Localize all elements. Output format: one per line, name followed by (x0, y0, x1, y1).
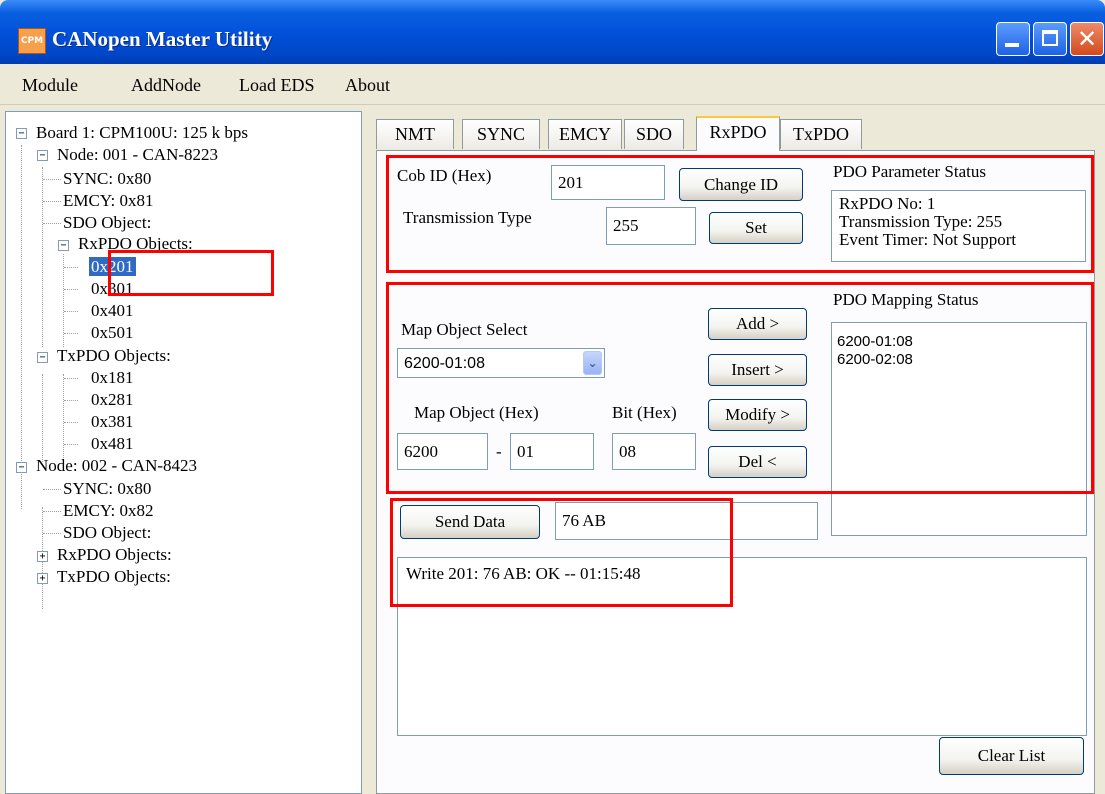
minimize-button[interactable] (996, 22, 1030, 56)
map-object-select[interactable]: 6200-01:08 ⌄ (397, 348, 605, 378)
add-button[interactable]: Add > (708, 308, 807, 340)
node1-rxpdo-collapse-icon[interactable]: − (58, 240, 69, 251)
menu-bar: Module AddNode Load EDS About (0, 64, 1105, 105)
node1-collapse-icon[interactable]: − (37, 150, 48, 161)
menu-addnode[interactable]: AddNode (131, 75, 201, 96)
status-event-timer: Event Timer: Not Support (839, 230, 1017, 249)
index-separator: - (496, 442, 502, 461)
tree-rxpdo-0x501[interactable]: 0x501 (91, 323, 134, 343)
title-bar[interactable]: CPM CANopen Master Utility ✕ (0, 0, 1105, 64)
tab-sync[interactable]: SYNC (462, 119, 540, 149)
change-id-button[interactable]: Change ID (679, 168, 803, 201)
status-transmission-type: Transmission Type: 255 (839, 212, 1003, 231)
set-button[interactable]: Set (709, 212, 803, 244)
tree-rxpdo-0x401[interactable]: 0x401 (91, 301, 134, 321)
status-rxpdo-no: RxPDO No: 1 (839, 194, 936, 213)
menu-about[interactable]: About (345, 75, 390, 96)
tree-txpdo-0x381[interactable]: 0x381 (91, 412, 134, 432)
menu-module[interactable]: Module (22, 75, 78, 96)
transmission-type-label: Transmission Type (403, 208, 532, 227)
main-window: CPM CANopen Master Utility ✕ Module AddN… (0, 0, 1105, 794)
pdo-parameter-status-box: RxPDO No: 1 Transmission Type: 255 Event… (831, 190, 1086, 262)
tree-node2-rxpdo[interactable]: RxPDO Objects: (57, 545, 172, 565)
close-icon: ✕ (1076, 25, 1098, 53)
send-data-button[interactable]: Send Data (400, 505, 540, 539)
tab-rxpdo[interactable]: RxPDO (696, 116, 780, 151)
maximize-button[interactable] (1033, 22, 1067, 56)
tree-node2-txpdo[interactable]: TxPDO Objects: (57, 567, 171, 587)
map-object-select-value: 6200-01:08 (404, 355, 485, 372)
tree-node1-sdo[interactable]: SDO Object: (63, 213, 151, 233)
pdo-parameter-status-title: PDO Parameter Status (833, 162, 986, 181)
node2-rxpdo-expand-icon[interactable]: + (37, 551, 48, 562)
log-list[interactable]: Write 201: 76 AB: OK -- 01:15:48 (397, 557, 1087, 736)
maximize-icon (1042, 30, 1058, 46)
tree-node-002[interactable]: Node: 002 - CAN-8423 (36, 456, 197, 476)
tree-txpdo-0x481[interactable]: 0x481 (91, 434, 134, 454)
chevron-down-icon[interactable]: ⌄ (583, 351, 602, 375)
minimize-icon (1005, 43, 1019, 47)
tree-node1-txpdo[interactable]: TxPDO Objects: (57, 346, 171, 366)
tree-txpdo-0x181[interactable]: 0x181 (91, 368, 134, 388)
pdo-mapping-status-list[interactable]: 6200-01:08 6200-02:08 (831, 322, 1087, 536)
tab-nmt[interactable]: NMT (376, 119, 454, 149)
tree-node1-rxpdo[interactable]: RxPDO Objects: (78, 234, 193, 254)
tree-txpdo-0x281[interactable]: 0x281 (91, 390, 134, 410)
map-object-select-label: Map Object Select (401, 320, 528, 339)
tree-node2-sdo[interactable]: SDO Object: (63, 523, 151, 543)
board-collapse-icon[interactable]: − (16, 128, 27, 139)
tree-rxpdo-0x301[interactable]: 0x301 (91, 279, 134, 299)
node1-txpdo-collapse-icon[interactable]: − (37, 352, 48, 363)
device-tree[interactable]: − Board 1: CPM100U: 125 k bps − Node: 00… (5, 111, 362, 794)
mapping-list-item[interactable]: 6200-01:08 (837, 333, 1081, 351)
mapping-list-item[interactable]: 6200-02:08 (837, 351, 1081, 369)
bit-hex-label: Bit (Hex) (612, 403, 677, 422)
tab-emcy[interactable]: EMCY (548, 119, 622, 149)
tab-txpdo[interactable]: TxPDO (780, 119, 862, 149)
menu-load-eds[interactable]: Load EDS (239, 75, 315, 96)
insert-button[interactable]: Insert > (708, 354, 807, 386)
cob-id-input[interactable] (551, 165, 665, 200)
node2-txpdo-expand-icon[interactable]: + (37, 573, 48, 584)
map-object-hex-label: Map Object (Hex) (414, 403, 539, 422)
clear-list-button[interactable]: Clear List (939, 737, 1084, 775)
send-data-input[interactable] (555, 502, 818, 540)
tab-sdo[interactable]: SDO (624, 119, 684, 149)
bit-hex-input[interactable] (612, 433, 696, 470)
del-button[interactable]: Del < (708, 446, 807, 478)
tree-rxpdo-0x201[interactable]: 0x201 (89, 257, 136, 277)
cob-id-label: Cob ID (Hex) (397, 166, 492, 185)
tree-node-001[interactable]: Node: 001 - CAN-8223 (57, 145, 218, 165)
map-object-subindex-input[interactable] (510, 433, 594, 470)
node2-collapse-icon[interactable]: − (16, 462, 27, 473)
tree-node2-sync[interactable]: SYNC: 0x80 (63, 479, 151, 499)
modify-button[interactable]: Modify > (708, 399, 807, 431)
tree-board[interactable]: Board 1: CPM100U: 125 k bps (36, 123, 248, 143)
transmission-type-input[interactable] (606, 207, 696, 245)
tree-node1-sync[interactable]: SYNC: 0x80 (63, 169, 151, 189)
log-entry[interactable]: Write 201: 76 AB: OK -- 01:15:48 (406, 564, 1078, 584)
app-icon: CPM (18, 28, 46, 54)
window-title: CANopen Master Utility (52, 27, 273, 51)
close-button[interactable]: ✕ (1070, 22, 1104, 56)
pdo-mapping-status-title: PDO Mapping Status (833, 290, 979, 309)
map-object-index-input[interactable] (397, 433, 488, 470)
tree-node2-emcy[interactable]: EMCY: 0x82 (63, 501, 154, 521)
tree-node1-emcy[interactable]: EMCY: 0x81 (63, 191, 154, 211)
